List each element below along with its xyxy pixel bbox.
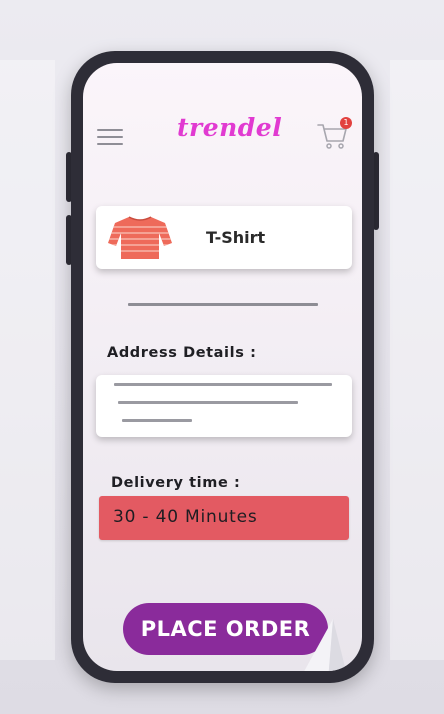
background-panel [0,60,55,660]
section-divider [128,303,318,306]
place-order-button[interactable]: PLACE ORDER [123,603,328,655]
delivery-heading: Delivery time : [111,475,241,491]
address-heading: Address Details : [107,345,257,361]
address-placeholder-line [118,401,298,404]
app-screen: trendel 1 T-Shirt Address Details: Deli… [83,63,362,671]
address-placeholder-line [122,419,192,422]
product-name: T-Shirt [206,228,266,247]
hamburger-icon[interactable] [97,129,123,147]
brand-logo: trendel [177,113,283,142]
delivery-time-value: 30 - 40 Minutes [113,507,258,527]
delivery-time-box: 30 - 40 Minutes [99,496,349,540]
address-field[interactable] [96,375,352,437]
product-card[interactable]: T-Shirt [96,206,352,269]
address-placeholder-line [114,383,332,386]
background-panel [390,60,444,660]
cart-count-badge: 1 [340,117,352,129]
tshirt-icon [108,216,172,259]
